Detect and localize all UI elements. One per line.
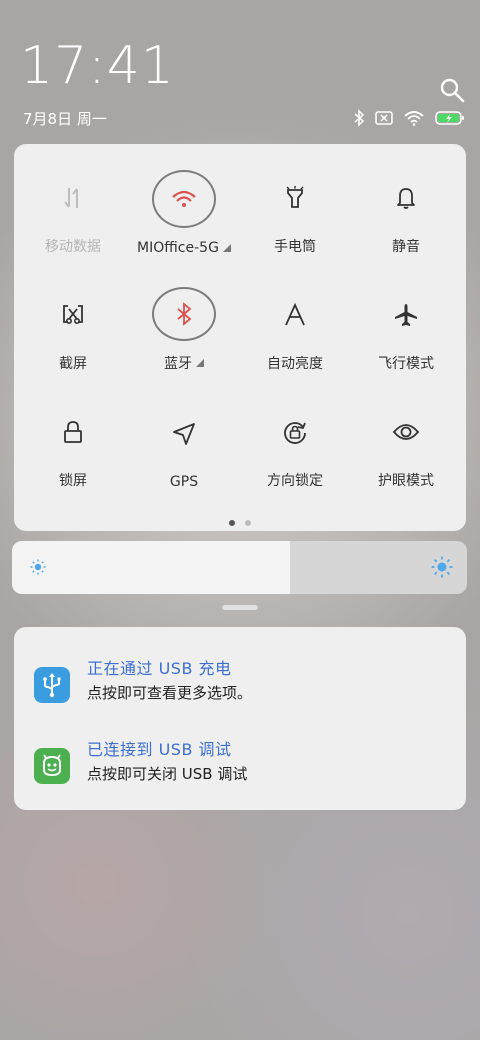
airplane-icon [395, 304, 417, 326]
tile-label: MIOffice-5G [137, 240, 219, 256]
tile-auto-brightness[interactable]: 自动亮度 [239, 263, 351, 373]
tile-label: 飞行模式 [378, 356, 434, 372]
notification-body: 点按即可查看更多选项。 [87, 684, 253, 702]
tile-wifi[interactable]: MIOffice-5G [128, 146, 240, 256]
tile-label: 蓝牙 [164, 356, 192, 372]
tile-label: GPS [169, 474, 199, 490]
tile-label: 静音 [392, 239, 420, 255]
brightness-high-icon [431, 556, 453, 578]
tile-label: 自动亮度 [267, 356, 323, 372]
brightness-fill [12, 541, 290, 594]
brightness-low-icon [30, 559, 46, 575]
notification-panel: 正在通过 USB 充电 点按即可查看更多选项。 已连接到 USB 调试 点按即可… [14, 627, 466, 810]
notification-usb-debugging[interactable]: 已连接到 USB 调试 点按即可关闭 USB 调试 [14, 736, 466, 796]
page-dot-inactive[interactable] [245, 520, 251, 526]
page-indicator [14, 520, 466, 526]
gps-icon [173, 423, 195, 445]
flashlight-icon [286, 186, 304, 208]
tile-flashlight[interactable]: 手电筒 [239, 146, 351, 256]
tile-eye-comfort[interactable]: 护眼模式 [350, 380, 462, 490]
battery-charging-icon [435, 111, 464, 125]
lock-icon [64, 421, 82, 443]
notification-usb-charging[interactable]: 正在通过 USB 充电 点按即可查看更多选项。 [14, 655, 466, 715]
clock: 17:41 [20, 36, 175, 96]
tile-gps[interactable]: GPS [128, 380, 240, 490]
bluetooth-icon [177, 302, 192, 326]
tile-label: 手电筒 [274, 239, 316, 255]
page-dot-active[interactable] [229, 520, 235, 526]
mobile-data-icon [64, 188, 78, 208]
no-sim-icon [375, 111, 393, 125]
rotation-lock-icon [284, 422, 306, 444]
wifi-icon [172, 190, 196, 207]
android-app-icon [34, 748, 70, 784]
tile-label: 截屏 [59, 356, 87, 372]
quick-settings-panel: 移动数据 MIOffice-5G 手电筒 静音 截屏 蓝牙 自动亮度 飞行模式 … [14, 144, 466, 531]
screenshot-icon [63, 305, 83, 325]
notification-title: 正在通过 USB 充电 [87, 659, 232, 678]
notification-body: 点按即可关闭 USB 调试 [87, 765, 248, 783]
tile-mobile-data[interactable]: 移动数据 [17, 146, 129, 256]
tile-label: 锁屏 [59, 473, 87, 489]
auto-brightness-icon [285, 303, 305, 326]
tile-rotation-lock[interactable]: 方向锁定 [239, 380, 351, 490]
android-icon [43, 754, 61, 777]
expand-triangle-icon[interactable] [222, 244, 231, 252]
tile-label: 移动数据 [45, 239, 101, 255]
expand-triangle-icon[interactable] [196, 359, 204, 367]
tile-label: 护眼模式 [378, 473, 434, 489]
search-icon[interactable] [439, 77, 465, 103]
brightness-slider[interactable] [12, 541, 467, 594]
tile-lock-screen[interactable]: 锁屏 [17, 380, 129, 490]
bell-icon [397, 188, 415, 209]
tile-airplane-mode[interactable]: 飞行模式 [350, 263, 462, 373]
bluetooth-status-icon [354, 109, 365, 127]
eye-icon [392, 424, 420, 440]
status-bar-icons [353, 108, 465, 128]
tile-bluetooth[interactable]: 蓝牙 [128, 263, 240, 373]
tile-screenshot[interactable]: 截屏 [17, 263, 129, 373]
notification-title: 已连接到 USB 调试 [87, 740, 232, 759]
tile-label: 方向锁定 [267, 473, 323, 489]
usb-icon [43, 673, 61, 698]
wifi-status-icon [404, 111, 424, 126]
date: 7月8日 周一 [23, 110, 107, 128]
tile-mute[interactable]: 静音 [350, 146, 462, 256]
usb-app-icon [34, 667, 70, 703]
drag-handle[interactable] [222, 605, 258, 610]
